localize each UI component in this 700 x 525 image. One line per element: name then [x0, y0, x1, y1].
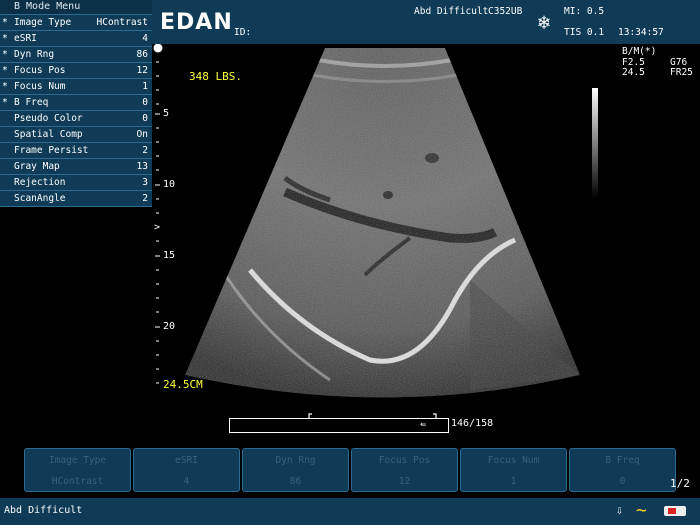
- frame-rate-label: FR25: [670, 67, 693, 78]
- depth-mark: 10: [163, 179, 176, 190]
- menu-item-focus-num[interactable]: * Focus Num 1: [0, 79, 152, 95]
- focus-marker: >: [154, 222, 161, 233]
- menu-item-focus-pos[interactable]: * Focus Pos 12: [0, 63, 152, 79]
- softkey-focus-num[interactable]: Focus Num 1: [460, 448, 567, 492]
- weight-annotation: 348 LBS.: [189, 70, 242, 83]
- cine-progress-bar[interactable]: ⇚: [229, 418, 449, 433]
- menu-item-rejection[interactable]: Rejection 3: [0, 175, 152, 191]
- menu-item-image-type[interactable]: * Image Type HContrast: [0, 15, 152, 31]
- exam-preset: Abd Difficult: [414, 6, 489, 17]
- status-preset: Abd Difficult: [4, 505, 83, 516]
- usb-icon: ⇩: [616, 503, 624, 517]
- b-mode-menu: B Mode Menu * Image Type HContrast * eSRI 4 …: [0, 0, 152, 207]
- softkey-b-freq[interactable]: B Freq 0: [569, 448, 676, 492]
- depth-label: 24.5: [622, 67, 645, 78]
- menu-item-esri[interactable]: * eSRI 4: [0, 31, 152, 47]
- edan-logo: EDAN: [160, 10, 233, 35]
- status-bar: Abd Difficult ⇩ ∼: [0, 498, 700, 525]
- cine-slider-icon[interactable]: ⇚: [420, 420, 426, 430]
- probe-name: C352UB: [488, 6, 523, 17]
- depth-mark: 15: [163, 250, 176, 261]
- menu-item-pseudo-color[interactable]: Pseudo Color 0: [0, 111, 152, 127]
- menu-title: B Mode Menu: [0, 0, 152, 15]
- header-bar: EDAN ID: Abd Difficult C352UB ❄ MI: 0.5 …: [152, 0, 700, 44]
- battery-icon: [664, 506, 686, 516]
- total-depth: 24.5CM: [163, 378, 203, 391]
- softkey-focus-pos[interactable]: Focus Pos 12: [351, 448, 458, 492]
- tis-readout: TIS 0.1: [564, 27, 605, 38]
- clock: 13:34:57: [618, 27, 664, 38]
- mode-label: B/M(*): [622, 46, 657, 57]
- softkey-image-type[interactable]: Image Type HContrast: [24, 448, 131, 492]
- softkey-esri[interactable]: eSRI 4: [133, 448, 240, 492]
- cine-frame-counter: 146/158: [451, 418, 494, 429]
- patient-id-label[interactable]: ID:: [234, 27, 251, 38]
- menu-item-frame-persist[interactable]: Frame Persist 2: [0, 143, 152, 159]
- snowflake-icon: ❄: [538, 10, 551, 34]
- menu-item-dyn-rng[interactable]: * Dyn Rng 86: [0, 47, 152, 63]
- depth-mark: 5: [163, 108, 170, 119]
- menu-item-gray-map[interactable]: Gray Map 13: [0, 159, 152, 175]
- menu-item-b-freq[interactable]: * B Freq 0: [0, 95, 152, 111]
- depth-mark: 20: [163, 321, 176, 332]
- menu-item-spatial-comp[interactable]: Spatial Comp On: [0, 127, 152, 143]
- network-wave-icon: ∼: [636, 500, 647, 521]
- page-indicator[interactable]: 1/2: [670, 477, 690, 490]
- softkey-row: Image Type HContrast eSRI 4 Dyn Rng 86 Focu…: [24, 448, 676, 492]
- mi-readout: MI: 0.5: [564, 6, 605, 17]
- menu-item-scan-angle[interactable]: ScanAngle 2: [0, 191, 152, 207]
- softkey-dyn-rng[interactable]: Dyn Rng 86: [242, 448, 349, 492]
